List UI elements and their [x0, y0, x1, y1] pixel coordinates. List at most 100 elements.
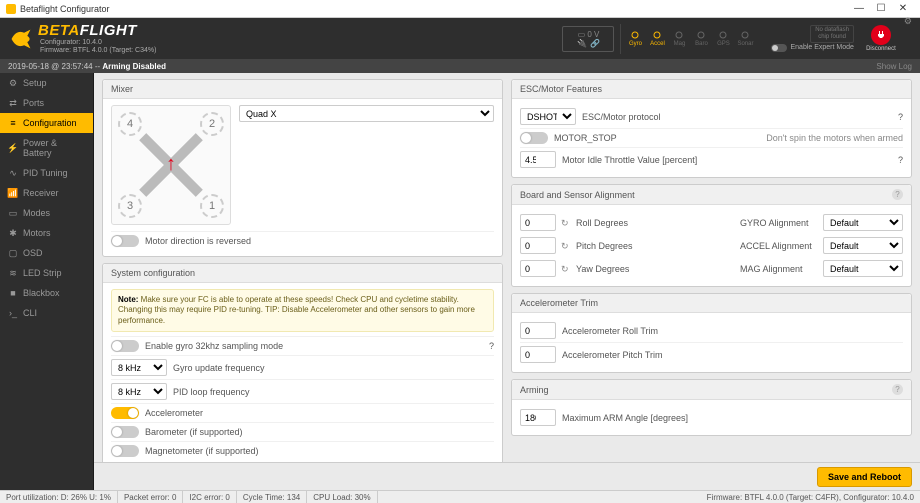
content-area: Mixer ↑ 4 2 3 1 Quad X	[94, 73, 920, 490]
plug-icon	[876, 30, 886, 40]
motor-4: 4	[118, 112, 142, 136]
sidebar-item-blackbox[interactable]: ■Blackbox	[0, 283, 93, 303]
dataflash-badge: No dataflashchip found	[810, 25, 854, 42]
sidebar-icon: ≋	[8, 268, 18, 278]
close-button[interactable]: ✕	[892, 3, 914, 14]
help-icon[interactable]: ?	[898, 155, 903, 165]
accel-align-select[interactable]: Default	[823, 237, 903, 254]
roll-deg-input[interactable]	[520, 214, 556, 231]
sidebar-item-led-strip[interactable]: ≋ LED Strip	[0, 263, 93, 283]
show-log-button[interactable]: Show Log	[876, 62, 912, 71]
mixer-title: Mixer	[111, 84, 133, 94]
motor-stop-toggle[interactable]	[520, 132, 548, 144]
arrow-up-icon: ↑	[166, 153, 176, 176]
sidebar-label: LED Strip	[23, 268, 62, 278]
sidebar-item-configuration[interactable]: ≡Configuration	[0, 113, 93, 133]
expert-mode-toggle[interactable]: Enable Expert Mode	[771, 44, 853, 52]
sensor-gyro: Gyro	[625, 30, 645, 47]
sidebar-icon: ▭	[8, 208, 18, 218]
sidebar-item-power-battery[interactable]: ⚡Power & Battery	[0, 133, 93, 163]
sidebar-label: Motors	[23, 228, 51, 238]
arm-angle-label: Maximum ARM Angle [degrees]	[562, 413, 688, 423]
sidebar-item-setup[interactable]: ⚙ Setup	[0, 73, 93, 93]
help-icon[interactable]: ?	[892, 384, 903, 395]
trim-roll-input[interactable]	[520, 322, 556, 339]
sidebar-icon: ›_	[8, 308, 18, 318]
mag-align-select[interactable]: Default	[823, 260, 903, 277]
sensor-accel: Accel	[647, 30, 667, 47]
rotate-icon: ↻	[561, 264, 571, 274]
sensor-icon	[673, 30, 685, 40]
baro-label: Barometer (if supported)	[145, 427, 243, 437]
arming-title: Arming	[520, 385, 549, 395]
disconnect-button[interactable]: Disconnect	[866, 25, 896, 52]
motor-stop-label: MOTOR_STOP	[554, 133, 617, 143]
sidebar-item-receiver[interactable]: 📶Receiver	[0, 183, 93, 203]
sidebar-item-motors[interactable]: ✱Motors	[0, 223, 93, 243]
sidebar-item-pid-tuning[interactable]: ∿PID Tuning	[0, 163, 93, 183]
gyro-align-select[interactable]: Default	[823, 214, 903, 231]
minimize-button[interactable]: —	[848, 3, 870, 14]
mixer-diagram: ↑ 4 2 3 1	[111, 105, 231, 225]
i2c-error: I2C error: 0	[183, 491, 236, 503]
disconnect-label: Disconnect	[866, 46, 896, 52]
sensor-icon	[695, 30, 707, 40]
footer-bar: Port utilization: D: 26% U: 1% Packet er…	[0, 490, 920, 503]
system-config-panel: System configuration Note: Make sure you…	[102, 263, 503, 467]
mixer-panel: Mixer ↑ 4 2 3 1 Quad X	[102, 79, 503, 257]
battery-box: ▭ 0 V 🔌🔗	[562, 26, 614, 52]
motor-1: 1	[200, 194, 224, 218]
sidebar-item-osd[interactable]: ▢OSD	[0, 243, 93, 263]
sensor-icon	[717, 30, 729, 40]
maximize-button[interactable]: ☐	[870, 3, 892, 14]
help-icon[interactable]: ?	[892, 189, 903, 200]
cycle-time: Cycle Time: 134	[237, 491, 307, 503]
save-reboot-button[interactable]: Save and Reboot	[817, 467, 912, 487]
mag-label: Magnetometer (if supported)	[145, 446, 259, 456]
yaw-deg-input[interactable]	[520, 260, 556, 277]
motor-reverse-toggle[interactable]	[111, 235, 139, 247]
sensor-mag: Mag	[669, 30, 689, 47]
config-gear-icon[interactable]: ⚙	[904, 16, 912, 27]
sidebar-icon: ■	[8, 288, 18, 298]
esc-proto-select[interactable]: DSHOT600	[520, 108, 576, 125]
app-header: BETAFLIGHT Configurator: 10.4.0 Firmware…	[0, 18, 920, 59]
baro-toggle[interactable]	[111, 426, 139, 438]
mixer-mode-select[interactable]: Quad X	[239, 105, 494, 122]
sidebar-icon: ▢	[8, 248, 18, 258]
sensor-indicators: GyroAccelMagBaroGPSSonar	[620, 24, 759, 54]
accel-toggle[interactable]	[111, 407, 139, 419]
rotate-icon: ↻	[561, 241, 571, 251]
sidebar-label: Setup	[23, 78, 47, 88]
sidebar-item-cli[interactable]: ›_CLI	[0, 303, 93, 323]
battery-voltage: 0 V	[587, 30, 599, 39]
idle-throttle-input[interactable]	[520, 151, 556, 168]
rotate-icon: ↻	[561, 218, 571, 228]
help-icon[interactable]: ?	[489, 341, 494, 351]
gyro-32khz-toggle[interactable]	[111, 340, 139, 352]
sensor-baro: Baro	[691, 30, 711, 47]
window-titlebar: Betaflight Configurator — ☐ ✕	[0, 0, 920, 18]
trim-pitch-label: Accelerometer Pitch Trim	[562, 350, 663, 360]
sidebar-label: Power & Battery	[23, 138, 85, 158]
help-icon[interactable]: ?	[898, 112, 903, 122]
sidebar-item-modes[interactable]: ▭Modes	[0, 203, 93, 223]
accel-trim-title: Accelerometer Trim	[520, 298, 598, 308]
gyro-freq-select[interactable]: 8 kHz	[111, 359, 167, 376]
system-title: System configuration	[111, 268, 195, 278]
expert-mode-label: Enable Expert Mode	[790, 44, 853, 51]
cpu-load: CPU Load: 30%	[307, 491, 377, 503]
pid-freq-select[interactable]: 8 kHz	[111, 383, 167, 400]
configurator-version: Configurator: 10.4.0	[40, 39, 156, 47]
sidebar-item-ports[interactable]: ⇄Ports	[0, 93, 93, 113]
trim-pitch-input[interactable]	[520, 346, 556, 363]
motor-stop-desc: Don't spin the motors when armed	[766, 133, 903, 143]
gyro-32khz-label: Enable gyro 32khz sampling mode	[145, 341, 283, 351]
sensor-icon	[651, 30, 663, 40]
mag-toggle[interactable]	[111, 445, 139, 457]
alignment-title: Board and Sensor Alignment	[520, 190, 635, 200]
arm-angle-input[interactable]	[520, 409, 556, 426]
pitch-deg-input[interactable]	[520, 237, 556, 254]
sidebar-label: Receiver	[23, 188, 59, 198]
sidebar-icon: ⚙	[8, 78, 18, 88]
